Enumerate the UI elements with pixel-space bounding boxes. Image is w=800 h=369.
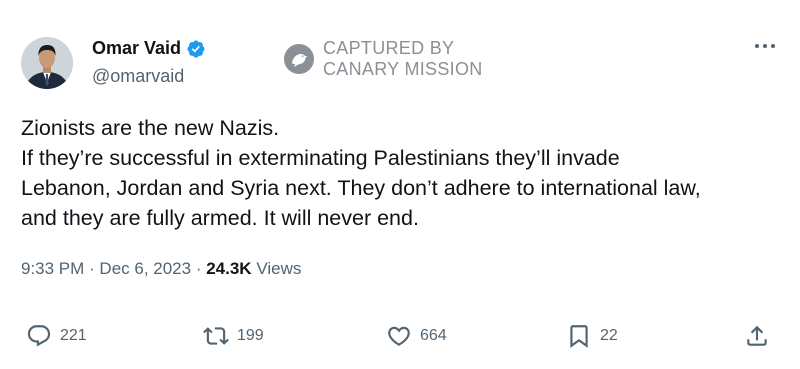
tweet-meta: 9:33 PM · Dec 6, 2023 · 24.3K Views (21, 259, 301, 279)
bookmark-count: 22 (600, 327, 618, 344)
like-button[interactable]: 664 (386, 323, 447, 349)
repost-count: 199 (237, 327, 264, 344)
views-label: Views (251, 259, 302, 278)
watermark: CAPTURED BY CANARY MISSION (283, 38, 483, 80)
views-count: 24.3K (206, 259, 252, 278)
reply-icon (27, 325, 51, 347)
watermark-line1: CAPTURED BY (323, 38, 455, 58)
tweet-text-line: Zionists are the new Nazis. (21, 116, 280, 140)
tweet-text-line: If they’re successful in exterminating P… (21, 146, 620, 170)
bookmark-button[interactable]: 22 (566, 323, 618, 349)
author-name-row: Omar Vaid (92, 38, 206, 59)
share-button[interactable] (744, 323, 770, 349)
heart-icon (388, 326, 410, 346)
reply-count: 221 (60, 327, 87, 344)
watermark-line2: CANARY MISSION (323, 59, 483, 79)
repost-button[interactable]: 199 (203, 323, 264, 349)
tweet-text: Zionists are the new Nazis. If they’re s… (21, 113, 781, 233)
author-display-name[interactable]: Omar Vaid (92, 38, 181, 59)
repost-icon (203, 327, 229, 345)
tweet-text-line: and they are fully armed. It will never … (21, 206, 419, 230)
like-count: 664 (420, 327, 447, 344)
meta-separator: · (191, 259, 207, 278)
meta-separator: · (84, 259, 100, 278)
tweet-time[interactable]: 9:33 PM (21, 259, 84, 278)
tweet-date[interactable]: Dec 6, 2023 (99, 259, 191, 278)
watermark-text: CAPTURED BY CANARY MISSION (323, 38, 483, 80)
share-icon (747, 325, 767, 346)
action-bar: 221 199 664 22 (0, 323, 800, 357)
tweet-text-line: Lebanon, Jordan and Syria next. They don… (21, 176, 701, 200)
verified-badge-icon[interactable] (186, 39, 206, 59)
bookmark-icon (570, 325, 588, 348)
canary-logo-icon (283, 43, 315, 75)
tweet-card: Omar Vaid @omarvaid CAPTURED BY CANARY M… (0, 0, 800, 369)
author-handle[interactable]: @omarvaid (92, 66, 184, 87)
avatar[interactable] (21, 37, 73, 89)
more-options-icon[interactable] (752, 36, 778, 56)
reply-button[interactable]: 221 (26, 323, 87, 349)
